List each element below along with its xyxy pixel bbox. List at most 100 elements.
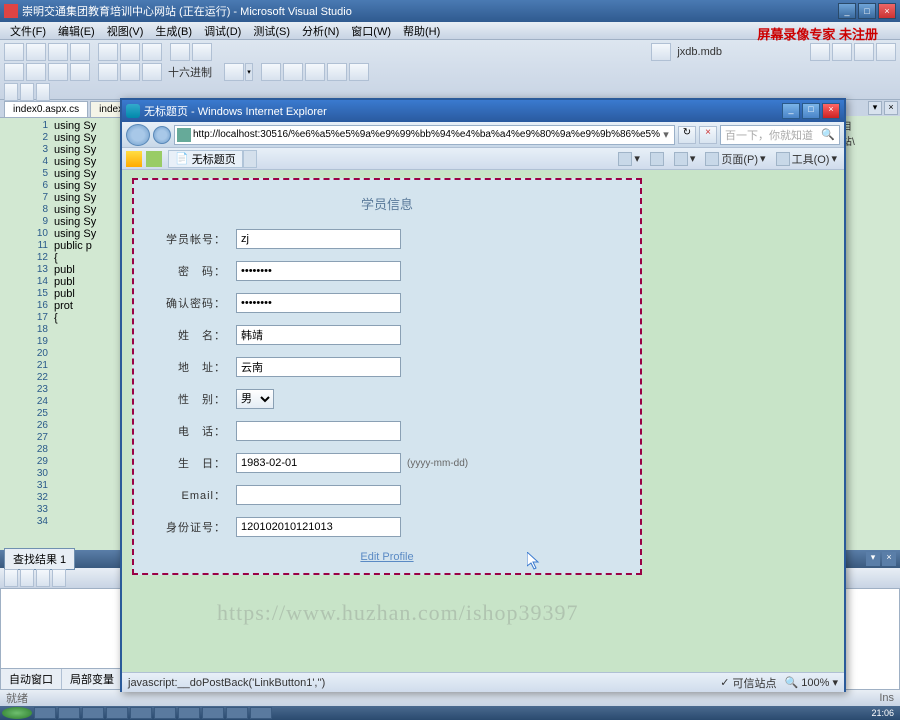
debug-stop-icon[interactable]: [48, 63, 68, 81]
vs-close-button[interactable]: ×: [878, 3, 896, 19]
debug-stepinto-icon[interactable]: [98, 63, 118, 81]
taskbar-item-7[interactable]: [178, 707, 200, 719]
toolbar-comment-icon[interactable]: [305, 63, 325, 81]
tools-menu[interactable]: 工具(O)▾: [773, 151, 840, 167]
taskbar-item-1[interactable]: [34, 707, 56, 719]
panel-dropdown-icon[interactable]: ▾: [866, 552, 880, 566]
debug-stepover-icon[interactable]: [120, 63, 140, 81]
toolbar-saveall-icon[interactable]: [70, 43, 90, 61]
toolbar-paste-icon[interactable]: [142, 43, 162, 61]
url-dropdown-icon[interactable]: ▾: [660, 128, 672, 141]
toolbar-open-icon[interactable]: [26, 43, 46, 61]
panel-tool2-icon[interactable]: [20, 569, 34, 587]
vs-maximize-button[interactable]: □: [858, 3, 876, 19]
tab-autos[interactable]: 自动窗口: [1, 669, 62, 689]
tab-close-icon[interactable]: ×: [884, 101, 898, 115]
toolbar-misc4-icon[interactable]: [876, 43, 896, 61]
panel-close-icon[interactable]: ×: [882, 552, 896, 566]
toolbar-misc3-icon[interactable]: [854, 43, 874, 61]
start-button[interactable]: [2, 707, 32, 719]
page-menu[interactable]: 页面(P)▾: [702, 151, 768, 167]
chevron-down-icon[interactable]: ▾: [245, 63, 253, 81]
taskbar-item-9[interactable]: [226, 707, 248, 719]
input-phone[interactable]: [236, 421, 401, 441]
new-tab-button[interactable]: [243, 150, 257, 168]
toolbar-row3-b-icon[interactable]: [20, 83, 34, 101]
debug-stepout-icon[interactable]: [142, 63, 162, 81]
refresh-button[interactable]: ↻: [678, 126, 696, 144]
print-button[interactable]: ▾: [671, 152, 699, 166]
debug-restart-icon[interactable]: [70, 63, 90, 81]
submit-link[interactable]: Edit Profile: [360, 551, 413, 563]
debug-continue-icon[interactable]: [4, 63, 24, 81]
search-box[interactable]: 百一下，你就知道 🔍: [720, 125, 840, 145]
menu-window[interactable]: 窗口(W): [345, 22, 397, 40]
favorites-star-icon[interactable]: [126, 151, 142, 167]
stop-button[interactable]: ×: [699, 126, 717, 144]
zoom-level[interactable]: 🔍 100% ▾: [785, 676, 838, 689]
input-password[interactable]: [236, 261, 401, 281]
toolbar-misc2-icon[interactable]: [832, 43, 852, 61]
add-favorite-icon[interactable]: [146, 151, 162, 167]
url-input[interactable]: [193, 129, 660, 140]
trusted-site-indicator[interactable]: ✓ 可信站点: [720, 675, 776, 691]
toolbar-indent-icon[interactable]: [283, 63, 303, 81]
taskbar-item-2[interactable]: [58, 707, 80, 719]
address-bar[interactable]: ▾: [174, 125, 675, 145]
panel-tool4-icon[interactable]: [52, 569, 66, 587]
menu-debug[interactable]: 调试(D): [198, 22, 247, 40]
taskbar-item-6[interactable]: [154, 707, 176, 719]
select-gender[interactable]: 男: [236, 389, 274, 409]
ie-minimize-button[interactable]: _: [782, 103, 800, 119]
menu-test[interactable]: 测试(S): [247, 22, 296, 40]
forward-button[interactable]: [153, 126, 171, 144]
taskbar-item-10[interactable]: [250, 707, 272, 719]
menu-file[interactable]: 文件(F): [4, 22, 52, 40]
toolbar-row3-a-icon[interactable]: [4, 83, 18, 101]
input-idcard[interactable]: [236, 517, 401, 537]
ie-close-button[interactable]: ×: [822, 103, 840, 119]
taskbar-clock[interactable]: 21:06: [867, 708, 898, 718]
vs-minimize-button[interactable]: _: [838, 3, 856, 19]
toolbar-cut-icon[interactable]: [98, 43, 118, 61]
input-email[interactable]: [236, 485, 401, 505]
panel-tool3-icon[interactable]: [36, 569, 50, 587]
tab-index0-cs[interactable]: index0.aspx.cs: [4, 101, 88, 117]
ie-maximize-button[interactable]: □: [802, 103, 820, 119]
menu-view[interactable]: 视图(V): [101, 22, 150, 40]
home-button[interactable]: ▾: [615, 152, 643, 166]
toolbar-misc1-icon[interactable]: [810, 43, 830, 61]
feeds-button[interactable]: [647, 152, 667, 166]
search-icon[interactable]: 🔍: [821, 128, 835, 141]
toolbar-outdent-icon[interactable]: [261, 63, 281, 81]
toolbar-bookmark-icon[interactable]: [349, 63, 369, 81]
input-confirm[interactable]: [236, 293, 401, 313]
panel-tool1-icon[interactable]: [4, 569, 18, 587]
debug-pause-icon[interactable]: [26, 63, 46, 81]
toolbar-color-icon[interactable]: [224, 63, 244, 81]
tab-dropdown-icon[interactable]: ▾: [868, 101, 882, 115]
taskbar-item-5[interactable]: [130, 707, 152, 719]
toolbar-new-icon[interactable]: [4, 43, 24, 61]
toolbar-db-icon[interactable]: [651, 43, 671, 61]
toolbar-undo-icon[interactable]: [170, 43, 190, 61]
menu-edit[interactable]: 编辑(E): [52, 22, 101, 40]
toolbar-row3-c-icon[interactable]: [36, 83, 50, 101]
input-username[interactable]: [236, 229, 401, 249]
toolbar-uncomment-icon[interactable]: [327, 63, 347, 81]
taskbar-item-8[interactable]: [202, 707, 224, 719]
back-button[interactable]: [126, 124, 150, 146]
menu-analyze[interactable]: 分析(N): [296, 22, 345, 40]
toolbar-redo-icon[interactable]: [192, 43, 212, 61]
browser-tab-active[interactable]: 📄 无标题页: [168, 150, 243, 168]
menu-build[interactable]: 生成(B): [149, 22, 198, 40]
find-results-tab[interactable]: 查找结果 1: [4, 548, 75, 570]
taskbar-item-3[interactable]: [82, 707, 104, 719]
input-address[interactable]: [236, 357, 401, 377]
toolbar-save-icon[interactable]: [48, 43, 68, 61]
menu-help[interactable]: 帮助(H): [397, 22, 446, 40]
toolbar-copy-icon[interactable]: [120, 43, 140, 61]
ie-titlebar[interactable]: 无标题页 - Windows Internet Explorer _ □ ×: [122, 100, 844, 122]
taskbar-item-4[interactable]: [106, 707, 128, 719]
input-name[interactable]: [236, 325, 401, 345]
